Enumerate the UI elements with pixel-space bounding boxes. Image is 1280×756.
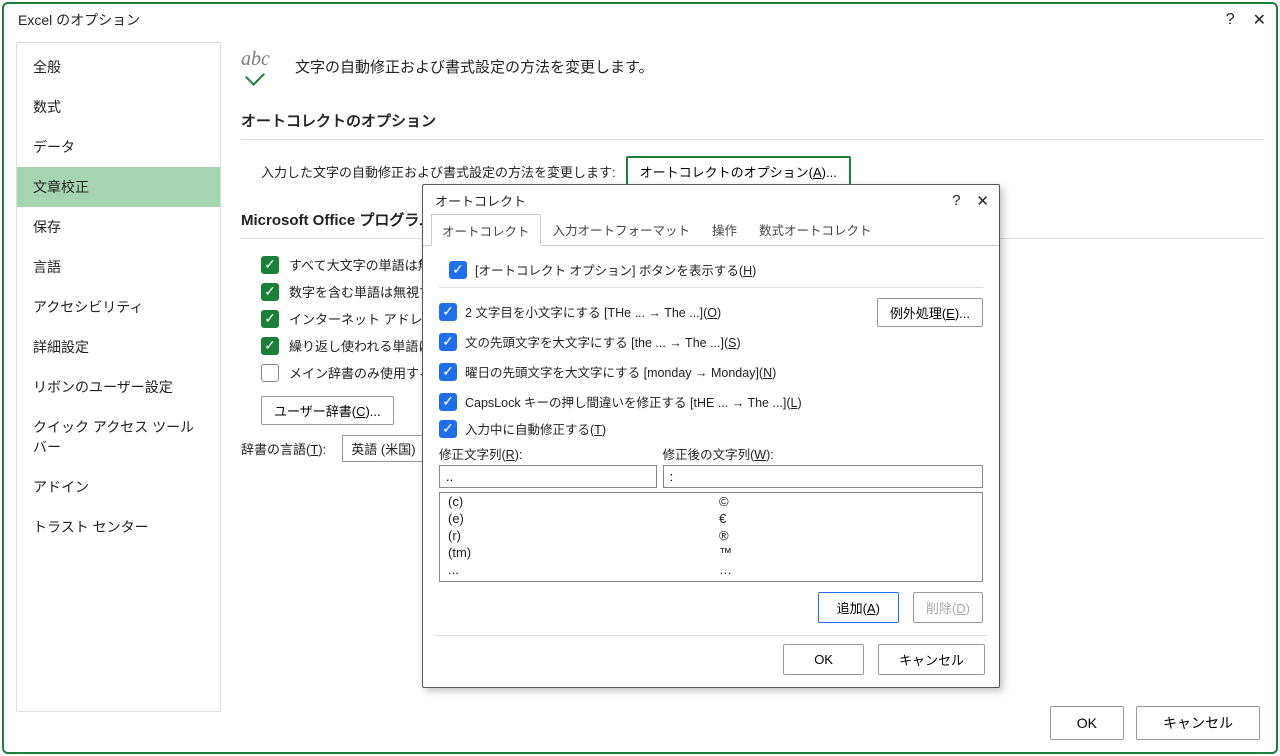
sidebar-item-language[interactable]: 言語 <box>17 247 220 287</box>
lbl-cap-sentence: 文の先頭文字を大文字にする [the ... → The ...](S) <box>465 332 741 351</box>
tab-math-autocorrect[interactable]: 数式オートコレクト <box>749 214 882 245</box>
page-description: 文字の自動修正および書式設定の方法を変更します。 <box>295 56 654 77</box>
close-icon[interactable]: ✕ <box>1253 10 1266 30</box>
lbl-show-ac-button: [オートコレクト オプション] ボタンを表示する(H) <box>475 260 756 279</box>
section-autocorrect-title: オートコレクトのオプション <box>241 110 1264 131</box>
delete-button: 削除(D) <box>913 592 983 623</box>
category-sidebar: 全般 数式 データ 文章校正 保存 言語 アクセシビリティ 詳細設定 リボンのユ… <box>16 42 221 712</box>
list-item[interactable]: (tm)™ <box>440 544 982 561</box>
replace-col-label: 修正文字列(R): <box>439 444 657 463</box>
sidebar-item-advanced[interactable]: 詳細設定 <box>17 327 220 367</box>
chk-capslock[interactable] <box>439 393 457 411</box>
lbl-capslock: CapsLock キーの押し間違いを修正する [tHE ... → The ..… <box>465 392 802 411</box>
sidebar-item-accessibility[interactable]: アクセシビリティ <box>17 287 220 327</box>
chk-show-ac-button[interactable] <box>449 261 467 279</box>
replace-input[interactable] <box>439 465 657 488</box>
lbl-cap-days: 曜日の先頭文字を大文字にする [monday → Monday](N) <box>465 362 776 381</box>
help-icon[interactable]: ? <box>1226 11 1235 29</box>
sidebar-item-general[interactable]: 全般 <box>17 47 220 87</box>
add-button[interactable]: 追加(A) <box>818 592 899 623</box>
autocorrect-options-button[interactable]: オートコレクトのオプション(A)... <box>626 156 851 187</box>
sidebar-item-data[interactable]: データ <box>17 127 220 167</box>
chk-replace-typing[interactable] <box>439 420 457 438</box>
sidebar-item-ribbon[interactable]: リボンのユーザー設定 <box>17 367 220 407</box>
sidebar-item-formulas[interactable]: 数式 <box>17 87 220 127</box>
chk-ignore-urls[interactable] <box>261 310 279 328</box>
autocorrect-tabs: オートコレクト 入力オートフォーマット 操作 数式オートコレクト <box>423 214 999 246</box>
list-item[interactable]: (e)€ <box>440 510 982 527</box>
exceptions-button[interactable]: 例外処理(E)... <box>877 298 983 327</box>
user-dictionary-button[interactable]: ユーザー辞書(C)... <box>261 396 394 425</box>
help-icon[interactable]: ? <box>952 192 960 210</box>
autocorrect-cancel-button[interactable]: キャンセル <box>878 644 985 675</box>
dict-lang-label: 辞書の言語(T): <box>241 439 326 458</box>
chk-two-initial-caps[interactable] <box>439 303 457 321</box>
options-window: Excel のオプション ? ✕ 全般 数式 データ 文章校正 保存 言語 アク… <box>2 2 1278 754</box>
proofing-icon: abc <box>241 48 281 84</box>
titlebar: Excel のオプション ? ✕ <box>4 4 1276 36</box>
sidebar-item-trust[interactable]: トラスト センター <box>17 507 220 547</box>
lbl-replace-typing: 入力中に自動修正する(T) <box>465 419 606 438</box>
sidebar-item-qat[interactable]: クイック アクセス ツール バー <box>17 407 220 467</box>
autocorrect-entries-list[interactable]: (c)© (e)€ (r)® (tm)™ ...… <box>439 492 983 582</box>
tab-autocorrect[interactable]: オートコレクト <box>431 214 541 246</box>
autocorrect-prompt: 入力した文字の自動修正および書式設定の方法を変更します: <box>261 162 616 181</box>
with-input[interactable] <box>663 465 983 488</box>
chk-ignore-numbers[interactable] <box>261 283 279 301</box>
autocorrect-dialog: オートコレクト ? ✕ オートコレクト 入力オートフォーマット 操作 数式オート… <box>422 184 1000 688</box>
sidebar-item-proofing[interactable]: 文章校正 <box>17 167 220 207</box>
tab-autoformat[interactable]: 入力オートフォーマット <box>543 214 701 245</box>
options-cancel-button[interactable]: キャンセル <box>1136 706 1260 740</box>
sidebar-item-save[interactable]: 保存 <box>17 207 220 247</box>
chk-cap-days[interactable] <box>439 363 457 381</box>
window-title: Excel のオプション <box>18 10 140 30</box>
close-icon[interactable]: ✕ <box>976 192 989 210</box>
autocorrect-dialog-title: オートコレクト <box>435 191 526 210</box>
autocorrect-ok-button[interactable]: OK <box>783 644 864 675</box>
list-item[interactable]: ...… <box>440 561 982 578</box>
list-item[interactable]: (c)© <box>440 493 982 510</box>
chk-ignore-uppercase[interactable] <box>261 256 279 274</box>
chk-cap-sentence[interactable] <box>439 333 457 351</box>
list-item[interactable]: (r)® <box>440 527 982 544</box>
tab-actions[interactable]: 操作 <box>702 214 747 245</box>
lbl-two-initial-caps: 2 文字目を小文字にする [THe ... → The ...](O) <box>465 302 721 321</box>
options-ok-button[interactable]: OK <box>1050 706 1124 740</box>
chk-flag-repeated[interactable] <box>261 337 279 355</box>
with-col-label: 修正後の文字列(W): <box>663 444 983 463</box>
sidebar-item-addins[interactable]: アドイン <box>17 467 220 507</box>
chk-main-dict-only[interactable] <box>261 364 279 382</box>
